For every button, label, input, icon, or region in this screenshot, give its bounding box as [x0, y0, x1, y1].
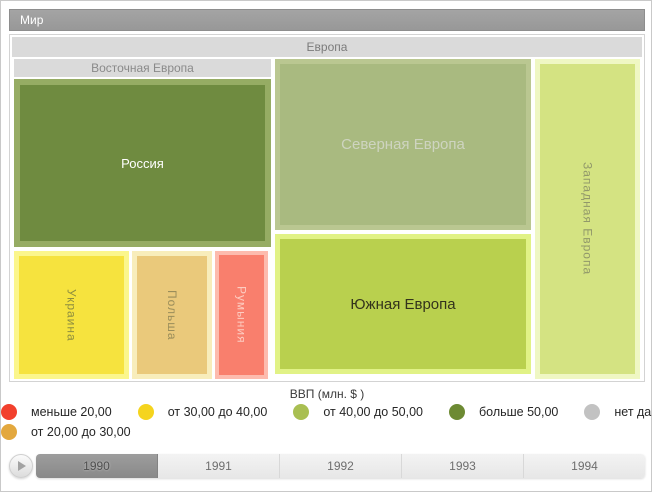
- legend-item: от 30,00 до 40,00: [138, 404, 268, 420]
- treemap-widget: { "breadcrumb": { "world_label": "Мир" }…: [0, 0, 652, 492]
- treemap-node-western-europe-label: Западная Европа: [581, 162, 595, 275]
- year-segment-1992[interactable]: 1992: [280, 454, 402, 478]
- treemap-node-ukraine[interactable]: Украина: [14, 251, 129, 379]
- treemap-panel: Европа Восточная Европа Россия Украина П…: [9, 34, 645, 382]
- legend-color-dot-orange: [1, 424, 17, 440]
- group-header-eastern-europe[interactable]: Восточная Европа: [14, 59, 271, 77]
- treemap-node-southern-europe[interactable]: Южная Европа: [275, 234, 531, 374]
- treemap-content: Восточная Европа Россия Украина Польша Р…: [14, 59, 640, 379]
- legend-color-dot-light-green: [293, 404, 309, 420]
- group-north-south-column: Северная Европа Южная Европа: [275, 59, 531, 379]
- play-icon: [18, 461, 26, 471]
- legend-items: меньше 20,00 от 30,00 до 40,00 от 40,00 …: [1, 404, 652, 440]
- legend-item: больше 50,00: [449, 404, 558, 420]
- breadcrumb-europe-bar[interactable]: Европа: [12, 37, 642, 57]
- legend-item: от 40,00 до 50,00: [293, 404, 423, 420]
- treemap-node-romania-label: Румыния: [235, 286, 249, 344]
- legend-item: нет данных: [584, 404, 652, 420]
- treemap-node-russia[interactable]: Россия: [14, 79, 271, 247]
- year-segment-1990[interactable]: 1990: [36, 454, 158, 478]
- group-eastern-europe: Восточная Европа Россия Украина Польша Р…: [14, 59, 271, 379]
- treemap-node-western-europe[interactable]: Западная Европа: [535, 59, 640, 379]
- treemap-node-poland[interactable]: Польша: [132, 251, 212, 379]
- legend-item: меньше 20,00: [1, 404, 112, 420]
- breadcrumb-world-bar[interactable]: Мир: [9, 9, 645, 31]
- legend-item-label: нет данных: [614, 405, 652, 419]
- legend: ВВП (млн. $ ) меньше 20,00 от 30,00 до 4…: [1, 387, 652, 445]
- legend-color-dot-yellow: [138, 404, 154, 420]
- legend-item: от 20,00 до 30,00: [1, 424, 131, 440]
- legend-color-dot-red: [1, 404, 17, 420]
- year-segment-1991[interactable]: 1991: [158, 454, 280, 478]
- legend-item-label: больше 50,00: [479, 405, 558, 419]
- play-button[interactable]: [9, 454, 33, 478]
- legend-item-label: от 40,00 до 50,00: [323, 405, 423, 419]
- legend-item-label: меньше 20,00: [31, 405, 112, 419]
- treemap-node-southern-europe-label: Южная Европа: [350, 296, 455, 313]
- legend-color-dot-dark-green: [449, 404, 465, 420]
- year-segment-1993[interactable]: 1993: [402, 454, 524, 478]
- legend-color-dot-gray: [584, 404, 600, 420]
- legend-row-1: меньше 20,00 от 30,00 до 40,00 от 40,00 …: [1, 404, 652, 420]
- year-selector: 1990 1991 1992 1993 1994: [36, 454, 645, 478]
- treemap-node-poland-label: Польша: [165, 290, 179, 341]
- treemap-node-ukraine-label: Украина: [65, 289, 79, 342]
- treemap-node-romania[interactable]: Румыния: [215, 251, 268, 379]
- legend-row-2: от 20,00 до 30,00: [1, 424, 652, 440]
- legend-title: ВВП (млн. $ ): [1, 387, 652, 401]
- year-segment-1994[interactable]: 1994: [524, 454, 645, 478]
- eastern-europe-bottom-row: Украина Польша Румыния: [14, 251, 271, 379]
- treemap-node-northern-europe[interactable]: Северная Европа: [275, 59, 531, 230]
- legend-item-label: от 30,00 до 40,00: [168, 405, 268, 419]
- timeline: 1990 1991 1992 1993 1994: [9, 453, 645, 479]
- treemap-node-northern-europe-label: Северная Европа: [341, 136, 465, 153]
- legend-item-label: от 20,00 до 30,00: [31, 425, 131, 439]
- treemap-node-russia-label: Россия: [121, 156, 164, 171]
